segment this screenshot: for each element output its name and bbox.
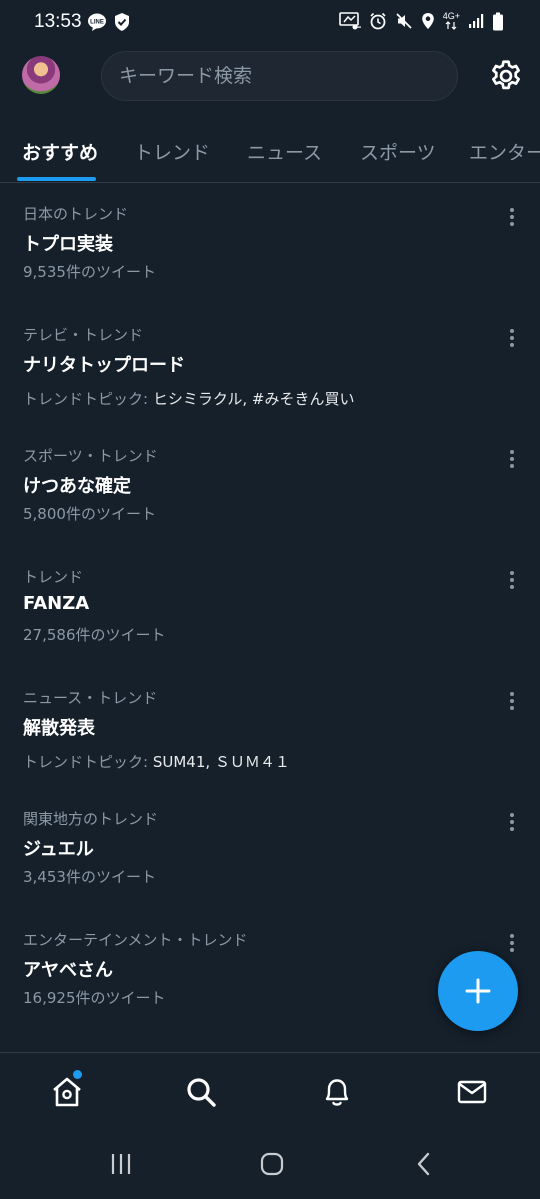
location-icon	[421, 13, 434, 29]
home-notification-dot	[73, 1070, 82, 1079]
more-options-icon[interactable]	[502, 811, 522, 835]
bell-icon[interactable]	[320, 1075, 354, 1109]
trend-item[interactable]: 日本のトレンド トプロ実装 9,535件のツイート	[0, 203, 540, 324]
trend-item[interactable]: テレビ・トレンド ナリタトップロード トレンドトピック: ヒシミラクル, #みそ…	[0, 324, 540, 445]
svg-text:LINE: LINE	[90, 20, 104, 26]
trend-tweet-count: 3,453件のツイート	[23, 868, 156, 886]
more-options-icon[interactable]	[502, 448, 522, 472]
trend-name: トプロ実装	[23, 234, 113, 255]
status-time: 13:53	[34, 11, 82, 32]
status-bar: 13:53 LINE 4G+	[0, 0, 540, 44]
trend-context: ニュース・トレンド	[23, 689, 158, 707]
trend-tweet-count: 5,800件のツイート	[23, 505, 156, 523]
tab-entertainment[interactable]: エンター	[469, 138, 540, 165]
trend-name: FANZA	[23, 593, 90, 614]
more-options-icon[interactable]	[502, 932, 522, 956]
more-options-icon[interactable]	[502, 690, 522, 714]
bottom-nav	[0, 1052, 540, 1130]
trend-context: 日本のトレンド	[23, 205, 129, 223]
back-icon[interactable]	[410, 1150, 438, 1178]
trend-item[interactable]: 関東地方のトレンド ジュエル 3,453件のツイート	[0, 808, 540, 929]
explore-screen: 13:53 LINE 4G+ キーワード検索 おすすめ トレンド ニュース スポ…	[0, 0, 540, 1199]
system-nav-bar	[0, 1130, 540, 1199]
mail-icon[interactable]	[455, 1075, 489, 1109]
tab-trends[interactable]: トレンド	[134, 138, 210, 165]
trend-name: ナリタトップロード	[23, 355, 185, 376]
network-type: 4G+	[443, 12, 460, 30]
trend-item[interactable]: ニュース・トレンド 解散発表 トレンドトピック: SUM41, ＳＵＭ４１	[0, 687, 540, 808]
shield-check-icon	[115, 13, 129, 31]
trend-item[interactable]: スポーツ・トレンド けつあな確定 5,800件のツイート	[0, 445, 540, 566]
trend-tweet-count: 9,535件のツイート	[23, 263, 156, 281]
alarm-icon	[370, 12, 386, 30]
trend-context: テレビ・トレンド	[23, 326, 144, 344]
tab-recommended[interactable]: おすすめ	[22, 138, 98, 165]
plus-icon	[465, 978, 491, 1004]
avatar[interactable]	[22, 56, 60, 94]
home-circle-icon[interactable]	[258, 1150, 286, 1178]
battery-icon	[493, 12, 503, 30]
more-options-icon[interactable]	[502, 569, 522, 593]
trend-name: けつあな確定	[23, 476, 131, 497]
trend-topics: トレンドトピック: SUM41, ＳＵＭ４１	[23, 753, 290, 771]
trend-name: 解散発表	[23, 718, 95, 739]
signal-icon	[469, 14, 484, 28]
trend-topics: トレンドトピック: ヒシミラクル, #みそきん買い	[23, 390, 355, 408]
trend-item[interactable]: トレンド FANZA 27,586件のツイート	[0, 566, 540, 687]
trend-context: トレンド	[23, 568, 84, 586]
gear-icon[interactable]	[488, 58, 524, 94]
explore-tabs: おすすめ トレンド ニュース スポーツ エンター	[0, 122, 540, 183]
mute-icon	[396, 13, 412, 29]
trend-name: アヤベさん	[23, 960, 113, 981]
recents-icon[interactable]	[107, 1150, 135, 1178]
compose-tweet-button[interactable]	[438, 951, 518, 1031]
tab-sports[interactable]: スポーツ	[360, 138, 436, 165]
home-icon[interactable]	[50, 1075, 84, 1109]
trend-context: 関東地方のトレンド	[23, 810, 159, 828]
search-field[interactable]	[101, 51, 458, 101]
search-input[interactable]	[119, 65, 457, 87]
more-options-icon[interactable]	[502, 327, 522, 351]
trend-context: エンターテインメント・トレンド	[23, 931, 248, 949]
data-arrows-icon	[445, 21, 457, 30]
more-options-icon[interactable]	[502, 206, 522, 230]
active-tab-indicator	[17, 177, 96, 181]
line-icon: LINE	[88, 13, 106, 31]
trend-tweet-count: 16,925件のツイート	[23, 989, 166, 1007]
trend-context: スポーツ・トレンド	[23, 447, 158, 465]
trend-name: ジュエル	[23, 839, 94, 860]
nfc-icon	[338, 12, 361, 30]
tab-news[interactable]: ニュース	[247, 138, 322, 165]
search-icon[interactable]	[184, 1075, 218, 1109]
trend-tweet-count: 27,586件のツイート	[23, 626, 166, 644]
